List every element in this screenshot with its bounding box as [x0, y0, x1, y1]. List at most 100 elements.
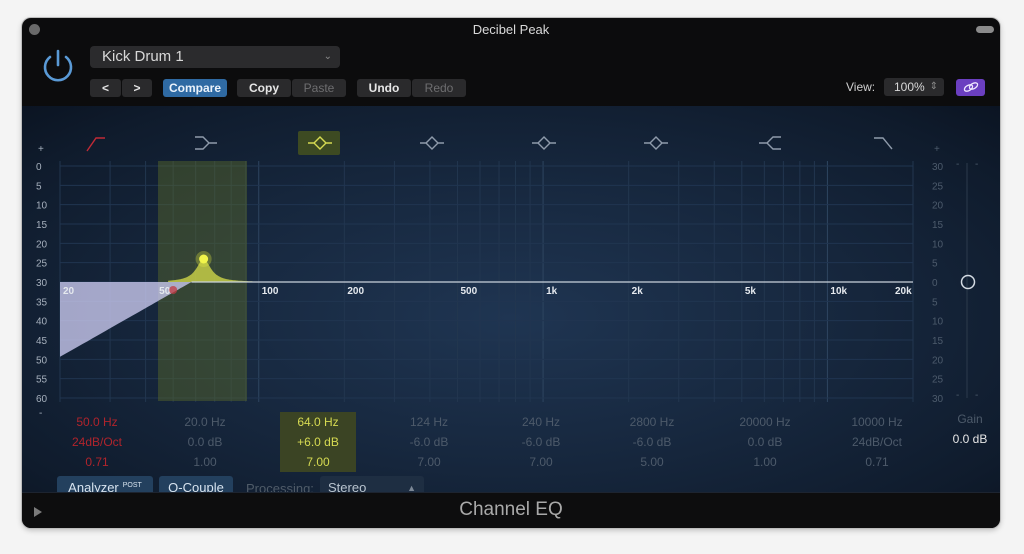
analyzer-scale-tick: 50	[36, 355, 48, 366]
gain-scale-tick: 10	[932, 317, 944, 328]
band-q-value[interactable]: 7.00	[384, 452, 474, 472]
bell-icon[interactable]	[644, 136, 668, 150]
copy-button[interactable]: Copy	[237, 79, 291, 97]
undo-button[interactable]: Undo	[357, 79, 411, 97]
analyzer-scale-tick: 0	[36, 162, 42, 173]
previous-preset-button[interactable]: <	[90, 79, 121, 97]
high-cut-icon[interactable]	[874, 137, 893, 150]
gain-scale-tick: 0	[932, 278, 938, 289]
band-gain-value[interactable]: -6.0 dB	[384, 432, 474, 452]
analyzer-scale-tick: 10	[36, 201, 48, 212]
band-freq-value[interactable]: 240 Hz	[496, 412, 586, 432]
bell-icon[interactable]	[532, 136, 556, 150]
gain-scale-tick: 15	[932, 220, 944, 231]
gain-scale-tick: 30	[932, 162, 944, 173]
frequency-label: 200	[347, 286, 364, 297]
gain-track-tick: -	[975, 159, 978, 170]
band-gain-value[interactable]: 24dB/Oct	[832, 432, 922, 452]
band-gain-value[interactable]: +6.0 dB	[280, 432, 356, 452]
chevron-down-icon: ⌄	[323, 51, 332, 62]
bell-handle[interactable]	[199, 254, 209, 264]
compare-button[interactable]: Compare	[163, 79, 227, 97]
band-params-high-shelf: 20000 Hz 0.0 dB 1.00	[720, 412, 810, 472]
analyzer-scale-tick: 30	[36, 278, 48, 289]
band-params-bell-1: 64.0 Hz +6.0 dB 7.00	[280, 412, 356, 472]
gain-slider-knob[interactable]	[960, 274, 976, 290]
scale-plus: +	[934, 144, 940, 155]
high-shelf-icon[interactable]	[759, 136, 781, 150]
band-freq-value[interactable]: 20000 Hz	[720, 412, 810, 432]
frequency-label: 20k	[895, 286, 912, 297]
preset-dropdown[interactable]: Kick Drum 1 ⌄	[90, 46, 340, 68]
band-params-bell-3: 240 Hz -6.0 dB 7.00	[496, 412, 586, 472]
next-preset-button[interactable]: >	[122, 79, 152, 97]
band-freq-value[interactable]: 50.0 Hz	[52, 412, 142, 432]
gain-track-tick: -	[956, 390, 959, 401]
band-q-value[interactable]: 5.00	[607, 452, 697, 472]
gain-track-tick: -	[956, 159, 959, 170]
bell-icon[interactable]	[298, 131, 340, 155]
band-freq-value[interactable]: 10000 Hz	[832, 412, 922, 432]
analyzer-scale-tick: 45	[36, 336, 48, 347]
low-shelf-icon[interactable]	[195, 136, 217, 150]
analyzer-scale-tick: 35	[36, 297, 48, 308]
analyzer-scale-tick: 25	[36, 259, 48, 270]
band-q-value[interactable]: 7.00	[496, 452, 586, 472]
gain-track-tick: -	[975, 390, 978, 401]
band-q-value[interactable]: 0.71	[832, 452, 922, 472]
low-cut-icon[interactable]	[86, 137, 105, 152]
stepper-icon: ⇕	[929, 81, 938, 92]
band-freq-value[interactable]: 20.0 Hz	[160, 412, 250, 432]
frequency-label: 10k	[830, 286, 847, 297]
gain-value[interactable]: 0.0 dB	[942, 432, 998, 446]
link-button[interactable]	[956, 79, 985, 96]
gain-scale-tick: 5	[932, 297, 938, 308]
frequency-label: 500	[460, 286, 477, 297]
power-icon[interactable]	[40, 48, 76, 84]
frequency-label: 1k	[546, 286, 558, 297]
paste-button[interactable]: Paste	[292, 79, 346, 97]
band-gain-value[interactable]: 24dB/Oct	[52, 432, 142, 452]
view-zoom-select[interactable]: 100% ⇕	[884, 78, 944, 96]
frequency-label: 100	[262, 286, 279, 297]
band-q-value[interactable]: 1.00	[720, 452, 810, 472]
analyzer-scale-tick: 55	[36, 375, 48, 386]
gain-scale-tick: 5	[932, 259, 938, 270]
redo-button[interactable]: Redo	[412, 79, 466, 97]
gain-scale-tick: 30	[932, 394, 944, 405]
band-q-value[interactable]: 1.00	[160, 452, 250, 472]
band-q-value[interactable]: 7.00	[280, 452, 356, 472]
band-freq-value[interactable]: 2800 Hz	[607, 412, 697, 432]
analyzer-post-badge: POST	[122, 482, 142, 489]
gain-scale-tick: 25	[932, 375, 944, 386]
plugin-window: Decibel Peak Kick Drum 1 ⌄ < > Compare C…	[22, 18, 1000, 528]
gain-scale-tick: 10	[932, 239, 944, 250]
band-gain-value[interactable]: 0.0 dB	[160, 432, 250, 452]
frequency-label: 5k	[745, 286, 757, 297]
window-resize-handle[interactable]	[976, 26, 994, 33]
band-gain-value[interactable]: 0.0 dB	[720, 432, 810, 452]
eq-panel: +0 5 10 15 20 25 30 35 40 45 50 55 60- +30 25 20 15 10 5 0…	[22, 106, 1000, 500]
scale-minus: -	[39, 408, 42, 419]
band-freq-value[interactable]: 64.0 Hz	[280, 412, 356, 432]
preset-name: Kick Drum 1	[102, 48, 184, 65]
band-gain-value[interactable]: -6.0 dB	[496, 432, 586, 452]
frequency-label: 50	[159, 286, 171, 297]
gain-scale-tick: 15	[932, 336, 944, 347]
plugin-footer: Channel EQ	[22, 492, 1000, 528]
band-freq-value[interactable]: 124 Hz	[384, 412, 474, 432]
plugin-name: Channel EQ	[459, 499, 563, 520]
analyzer-scale-tick: 20	[36, 239, 48, 250]
analyzer-scale-tick: 5	[36, 181, 42, 192]
band-params-low-shelf: 20.0 Hz 0.0 dB 1.00	[160, 412, 250, 472]
band-type-icons	[86, 131, 893, 155]
view-label: View:	[846, 80, 876, 94]
bell-icon[interactable]	[420, 136, 444, 150]
low-cut-handle[interactable]	[169, 286, 178, 294]
gain-scale-tick: 20	[932, 355, 944, 366]
analyzer-scale: +0 5 10 15 20 25 30 35 40 45 50 55 60 -	[36, 144, 48, 419]
gain-scale: +30 25 20 15 10 5 0 5 10 15 20 25 30	[932, 144, 944, 405]
band-gain-value[interactable]: -6.0 dB	[607, 432, 697, 452]
band-q-value[interactable]: 0.71	[52, 452, 142, 472]
analyzer-scale-tick: 60	[36, 394, 48, 405]
